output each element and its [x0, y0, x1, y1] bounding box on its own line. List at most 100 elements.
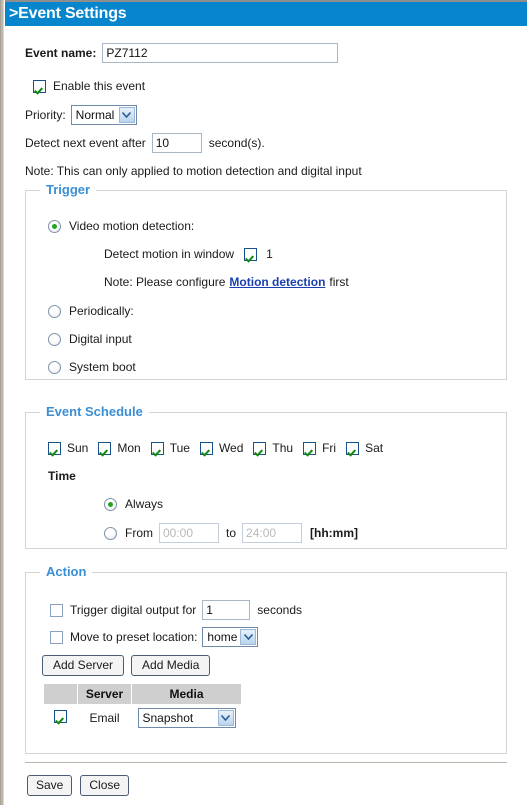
- enable-event-row[interactable]: Enable this event: [33, 79, 145, 93]
- day-label-sat: Sat: [365, 441, 384, 455]
- day-checkbox-wed[interactable]: [199, 441, 213, 455]
- time-label: Time: [48, 469, 76, 483]
- day-label-wed: Wed: [218, 441, 244, 455]
- day-label-fri: Fri: [322, 441, 337, 455]
- motion-detection-link[interactable]: Motion detection: [229, 275, 325, 289]
- event-schedule-legend: Event Schedule: [40, 405, 149, 419]
- table-header-server: Server: [77, 683, 132, 705]
- trigger-output-seconds-input[interactable]: [202, 600, 251, 620]
- day-checkbox-sun[interactable]: [48, 441, 61, 455]
- day-label-thu: Thu: [272, 441, 294, 455]
- table-header-check: [43, 683, 78, 705]
- row-server-cell: Email: [89, 711, 120, 725]
- radio-always[interactable]: [104, 497, 117, 511]
- add-server-button[interactable]: Add Server: [42, 655, 125, 676]
- day-checkbox-tue[interactable]: [150, 441, 164, 455]
- add-media-button[interactable]: Add Media: [131, 655, 211, 676]
- detect-next-label: Detect next event after: [25, 136, 146, 150]
- day-checkbox-fri[interactable]: [303, 441, 317, 455]
- action-buttons: Add Server Add Media: [42, 655, 211, 676]
- detect-motion-window-row[interactable]: Detect motion in window 1: [104, 247, 273, 261]
- footer-buttons: Save Close: [27, 775, 130, 796]
- motion-note-suffix: first: [329, 275, 349, 289]
- event-schedule-fieldset: Event Schedule Sun Mon Tue Wed Thu Fri S…: [25, 405, 507, 549]
- chevron-down-icon: [217, 710, 234, 726]
- priority-select[interactable]: Normal: [70, 105, 137, 125]
- day-checkbox-thu[interactable]: [253, 441, 267, 455]
- motion-note-prefix: Note: Please configure: [104, 275, 226, 289]
- trigger-output-label: Trigger digital output for: [70, 603, 197, 617]
- trigger-option-periodically[interactable]: Periodically:: [48, 304, 134, 318]
- priority-label: Priority:: [25, 108, 66, 122]
- preset-location-row[interactable]: Move to preset location: home: [50, 627, 259, 647]
- schedule-from-label: From: [125, 526, 153, 540]
- gutter-inner: [1, 0, 3, 805]
- preset-location-select[interactable]: home: [202, 627, 259, 647]
- trigger-option-label: Periodically:: [69, 304, 134, 318]
- trigger-option-label: System boot: [69, 360, 136, 374]
- event-settings-window: >Event Settings Event name: Enable this …: [0, 0, 527, 805]
- enable-event-checkbox[interactable]: [33, 79, 46, 93]
- priority-row: Priority: Normal: [25, 105, 137, 125]
- page-title: >Event Settings: [5, 2, 527, 26]
- row-media-select[interactable]: Snapshot: [137, 708, 236, 728]
- table-row: Email Snapshot: [44, 705, 242, 732]
- schedule-range-row[interactable]: From to [hh:mm]: [104, 523, 358, 543]
- action-legend: Action: [40, 565, 93, 579]
- detect-note: Note: This can only applied to motion de…: [25, 164, 362, 178]
- row-enable-checkbox[interactable]: [54, 710, 67, 723]
- detect-motion-window-number: 1: [266, 247, 273, 261]
- detect-motion-window-label: Detect motion in window: [104, 247, 235, 261]
- radio-system-boot[interactable]: [48, 360, 61, 374]
- trigger-legend: Trigger: [40, 183, 97, 197]
- radio-video-motion[interactable]: [48, 219, 61, 233]
- trigger-option-video-motion[interactable]: Video motion detection:: [48, 219, 194, 233]
- event-name-input[interactable]: [102, 43, 339, 63]
- radio-periodically[interactable]: [48, 304, 61, 318]
- left-gutter: [0, 0, 4, 805]
- detect-motion-window-checkbox[interactable]: [244, 247, 258, 261]
- schedule-to-input[interactable]: [242, 523, 303, 543]
- preset-location-label: Move to preset location:: [70, 630, 198, 644]
- day-checkbox-mon[interactable]: [98, 441, 112, 455]
- day-label-tue: Tue: [169, 441, 190, 455]
- event-name-row: Event name:: [25, 43, 339, 63]
- detect-next-input[interactable]: [151, 133, 202, 153]
- priority-select-value: Normal: [75, 108, 115, 122]
- settings-content: Event name: Enable this event Priority: …: [5, 26, 527, 805]
- save-button[interactable]: Save: [27, 775, 73, 796]
- radio-time-range[interactable]: [104, 526, 117, 540]
- schedule-from-input[interactable]: [159, 523, 219, 543]
- action-fieldset: Action Trigger digital output for second…: [25, 565, 507, 754]
- day-label-mon: Mon: [117, 441, 141, 455]
- preset-location-value: home: [207, 630, 238, 644]
- day-checkbox-group: Sun Mon Tue Wed Thu Fri Sat: [48, 441, 383, 455]
- detect-next-row: Detect next event after second(s).: [25, 133, 265, 153]
- radio-digital-input[interactable]: [48, 332, 61, 346]
- chevron-down-icon: [240, 629, 257, 645]
- table-header-media: Media: [131, 683, 242, 705]
- trigger-option-label: Video motion detection:: [69, 219, 195, 233]
- schedule-always-label: Always: [125, 497, 164, 511]
- motion-detection-note: Note: Please configure Motion detection …: [104, 275, 349, 289]
- trigger-option-digital-input[interactable]: Digital input: [48, 332, 132, 346]
- enable-event-label: Enable this event: [53, 79, 146, 93]
- row-media-select-value: Snapshot: [142, 711, 194, 725]
- trigger-output-row[interactable]: Trigger digital output for seconds: [50, 600, 302, 620]
- detect-next-suffix: second(s).: [208, 136, 265, 150]
- trigger-output-checkbox[interactable]: [50, 603, 63, 617]
- schedule-always-row[interactable]: Always: [104, 497, 163, 511]
- chevron-down-icon: [118, 107, 135, 123]
- schedule-to-label: to: [226, 526, 237, 540]
- row-media-cell: Snapshot: [132, 705, 242, 732]
- row-checkbox-cell[interactable]: [44, 705, 78, 732]
- footer-divider: [25, 762, 507, 763]
- table-header-row: Server Media: [43, 683, 242, 705]
- trigger-output-suffix: seconds: [257, 603, 302, 617]
- trigger-option-system-boot[interactable]: System boot: [48, 360, 136, 374]
- event-name-label: Event name:: [25, 46, 97, 60]
- day-checkbox-sat[interactable]: [346, 441, 360, 455]
- close-button[interactable]: Close: [80, 775, 130, 796]
- preset-location-checkbox[interactable]: [50, 630, 63, 644]
- action-server-media-table: Server Media Email Snapshot: [43, 683, 242, 731]
